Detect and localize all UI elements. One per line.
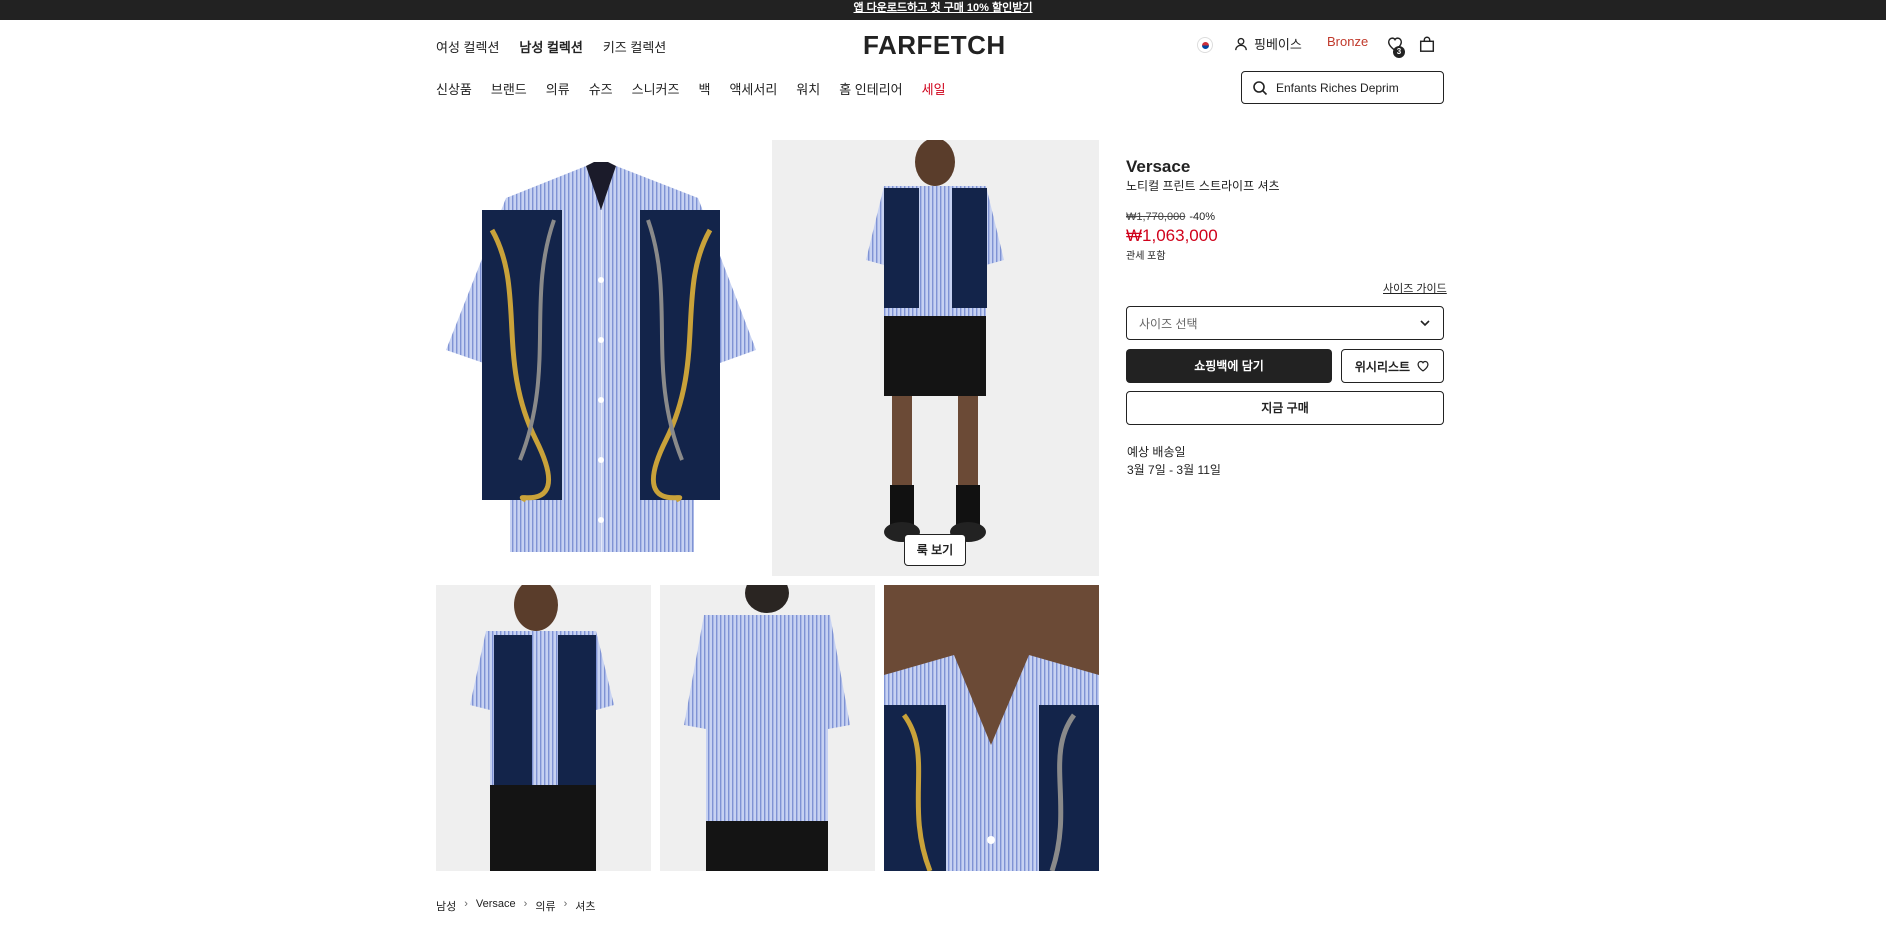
tab-kids[interactable]: 키즈 컬렉션 [603,37,666,56]
search-input[interactable] [1276,80,1426,95]
nav-sale[interactable]: 세일 [922,79,946,98]
heart-icon [1417,360,1429,372]
product-brand[interactable]: Versace [1126,157,1190,177]
shirt-back-image [660,585,875,871]
search-icon [1253,80,1268,95]
wishlist-button[interactable]: 위시리스트 [1341,349,1444,383]
breadcrumb-separator-icon: › [563,898,568,910]
size-select-placeholder: 사이즈 선택 [1139,316,1198,331]
breadcrumb-separator-icon: › [464,898,468,910]
add-to-bag-button[interactable]: 쇼핑백에 담기 [1126,349,1332,383]
product-image-model[interactable] [772,140,1099,576]
model-side-image [436,585,651,871]
original-price-row: ₩1,770,000 -40% [1126,211,1215,223]
product-image-side[interactable] [436,585,651,871]
breadcrumb-mens[interactable]: 남성 [436,898,456,914]
nav-shoes[interactable]: 슈즈 [589,79,613,98]
buy-now-button[interactable]: 지금 구매 [1126,391,1444,425]
breadcrumb-separator-icon: › [523,898,528,910]
tab-mens[interactable]: 남성 컬렉션 [519,37,582,56]
shipping-label: 예상 배송일 [1127,445,1186,459]
shopping-bag-icon[interactable] [1418,35,1436,53]
membership-tier[interactable]: Bronze [1327,34,1368,49]
shipping-date: 3월 7일 - 3월 11일 [1127,463,1221,477]
breadcrumb-shirts[interactable]: 셔츠 [575,898,595,914]
tab-womens[interactable]: 여성 컬렉션 [436,37,499,56]
promo-link[interactable]: 앱 다운로드하고 첫 구매 10% 할인받기 [854,2,1033,14]
category-nav: 신상품 브랜드 의류 슈즈 스니커즈 백 액세서리 워치 홈 인테리어 세일 [436,79,946,98]
nav-watches[interactable]: 워치 [796,79,820,98]
wishlist-button-label: 위시리스트 [1354,359,1411,374]
breadcrumb-brand[interactable]: Versace [476,898,516,914]
nav-sneakers[interactable]: 스니커즈 [632,79,680,98]
nav-clothing[interactable]: 의류 [546,79,570,98]
chevron-down-icon [1420,320,1430,327]
nav-brands[interactable]: 브랜드 [491,79,527,98]
search-box[interactable] [1241,71,1444,104]
size-select[interactable]: 사이즈 선택 [1126,306,1444,340]
size-guide-link[interactable]: 사이즈 가이드 [1383,280,1447,296]
nav-new-in[interactable]: 신상품 [436,79,472,98]
user-name: 핑베이스 [1254,37,1302,52]
gender-nav: 여성 컬렉션 남성 컬렉션 키즈 컬렉션 [436,37,666,56]
user-icon [1235,37,1247,50]
breadcrumb-clothing[interactable]: 의류 [535,898,555,914]
promo-banner: 앱 다운로드하고 첫 구매 10% 할인받기 [0,0,1886,20]
discount-badge: -40% [1189,211,1216,223]
breadcrumb: 남성 › Versace › 의류 › 셔츠 [436,898,596,914]
product-image-main[interactable] [436,140,766,576]
sale-price: ₩1,063,000 [1126,226,1218,245]
view-look-button[interactable]: 룩 보기 [904,534,966,566]
nav-bags[interactable]: 백 [698,79,710,98]
product-name: 노티컬 프린트 스트라이프 셔츠 [1126,179,1280,193]
collar-detail-image [884,585,1099,871]
shirt-front-image [446,162,756,552]
korea-flag-icon[interactable] [1197,37,1213,53]
original-price: ₩1,770,000 [1126,211,1186,223]
model-full-image [772,140,1099,576]
account-menu[interactable]: 핑베이스 [1234,34,1302,53]
farfetch-logo[interactable]: FARFETCH [863,30,1006,61]
nav-accessories[interactable]: 액세서리 [729,79,777,98]
product-image-detail[interactable] [884,585,1099,871]
nav-homeware[interactable]: 홈 인테리어 [839,79,902,98]
wishlist-count-badge: 3 [1393,46,1405,58]
product-image-back[interactable] [660,585,875,871]
duty-note: 관세 포함 [1126,251,1166,262]
